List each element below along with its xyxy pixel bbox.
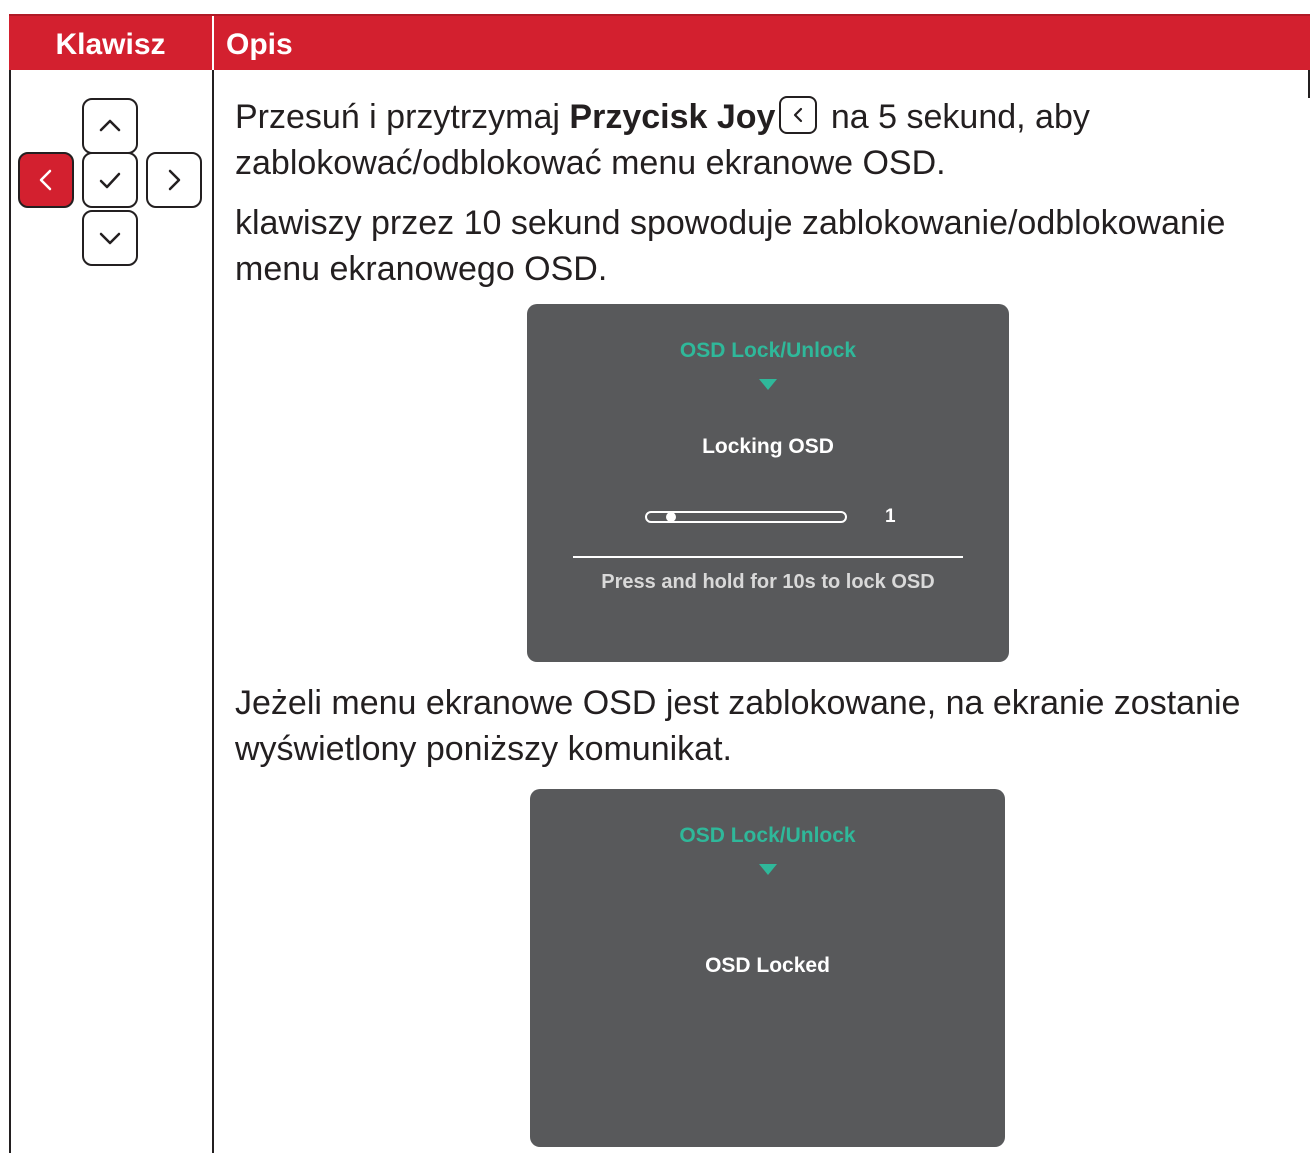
key-description-table: Klawisz Opis Przesuń i przytrzymaj Przyc… — [9, 14, 1310, 1153]
osd-message: OSD Locked — [705, 954, 830, 977]
description-line: klawiszy przez 10 sekund spowoduje zablo… — [235, 204, 1226, 242]
triangle-down-icon — [759, 379, 777, 390]
description-paragraph-3: Jeżeli menu ekranowe OSD jest zablokowan… — [235, 680, 1240, 772]
joy-button-label: Przycisk Joy — [569, 98, 776, 136]
joy-down-key — [82, 210, 138, 266]
description-line: Przesuń i przytrzymaj Przycisk Joy na 5 … — [235, 94, 1090, 140]
osd-hint: Press and hold for 10s to lock OSD — [601, 571, 935, 593]
joy-right-key — [146, 152, 202, 208]
osd-progress-value: 1 — [885, 506, 896, 527]
slider-knob — [666, 512, 676, 522]
osd-locked-panel: OSD Lock/Unlock OSD Locked — [530, 789, 1005, 1147]
header-description-column: Opis — [226, 28, 293, 61]
osd-title: OSD Lock/Unlock — [679, 824, 856, 847]
description-line: zablokować/odblokować menu ekranowe OSD. — [235, 144, 946, 182]
triangle-down-icon — [759, 864, 777, 875]
description-paragraph-2: klawiszy przez 10 sekund spowoduje zablo… — [235, 200, 1225, 292]
description-line: menu ekranowego OSD. — [235, 250, 608, 288]
joy-center-key — [82, 152, 138, 208]
table-column-divider — [212, 70, 214, 1153]
table-header: Klawisz Opis — [9, 14, 1310, 70]
description-text: Przesuń i przytrzymaj — [235, 98, 570, 136]
description-text: na 5 sekund, aby — [821, 98, 1090, 136]
table-left-border — [9, 70, 11, 1153]
description-paragraph-1: Przesuń i przytrzymaj Przycisk Joy na 5 … — [235, 94, 1090, 186]
description-line: Jeżeli menu ekranowe OSD jest zablokowan… — [235, 684, 1241, 722]
joy-up-key — [82, 98, 138, 154]
header-key-column: Klawisz — [55, 28, 166, 61]
osd-title: OSD Lock/Unlock — [679, 339, 857, 362]
joy-left-key — [18, 152, 74, 208]
osd-locking-panel: OSD Lock/Unlock Locking OSD 1 Press and … — [527, 304, 1009, 662]
description-line: wyświetlony poniższy komunikat. — [235, 730, 732, 768]
osd-progress-slider — [645, 511, 847, 523]
osd-divider — [573, 556, 963, 558]
osd-message: Locking OSD — [702, 435, 834, 458]
header-divider — [212, 16, 214, 70]
inline-left-key — [779, 96, 818, 134]
